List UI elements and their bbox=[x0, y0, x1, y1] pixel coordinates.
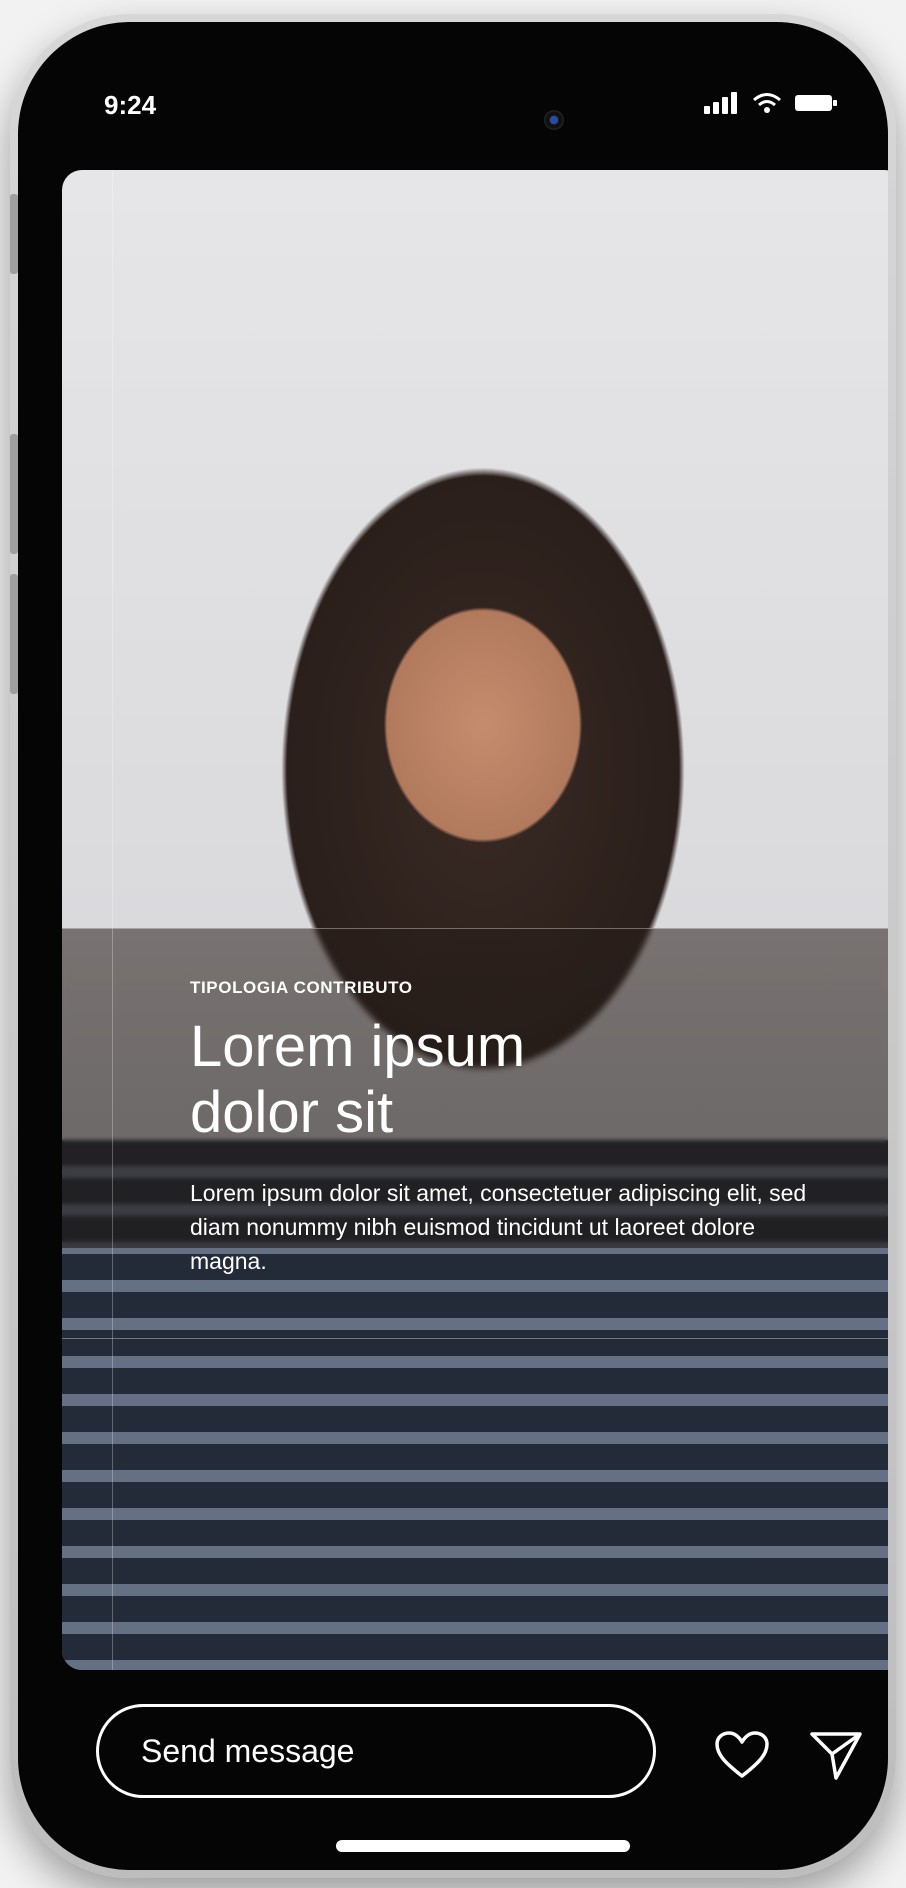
phone-screen-area: 9:24 TIPOLOGIA CONTRIBUTO Lorem ipsum do… bbox=[18, 22, 888, 1870]
send-message-placeholder: Send message bbox=[141, 1732, 355, 1769]
phone-frame: 9:24 TIPOLOGIA CONTRIBUTO Lorem ipsum do… bbox=[10, 14, 896, 1878]
send-icon[interactable] bbox=[808, 1728, 864, 1789]
story-title-line: Lorem ipsum bbox=[190, 1014, 526, 1079]
guide-line bbox=[112, 170, 113, 1670]
front-camera bbox=[544, 110, 564, 130]
send-message-input[interactable]: Send message bbox=[96, 1704, 656, 1798]
story-category: TIPOLOGIA CONTRIBUTO bbox=[190, 978, 413, 997]
status-icons bbox=[704, 90, 838, 120]
story-description: Lorem ipsum dolor sit amet, consectetuer… bbox=[190, 1180, 807, 1274]
volume-button bbox=[10, 574, 18, 694]
status-bar: 9:24 bbox=[18, 22, 888, 152]
volume-button bbox=[10, 434, 18, 554]
side-button bbox=[10, 194, 18, 274]
battery-icon bbox=[794, 92, 838, 119]
story-title-line: dolor sit bbox=[190, 1080, 394, 1145]
signal-icon bbox=[704, 91, 740, 119]
guide-line bbox=[62, 1338, 888, 1339]
wifi-icon bbox=[752, 92, 782, 119]
status-time: 9:24 bbox=[104, 90, 157, 120]
story-image[interactable]: TIPOLOGIA CONTRIBUTO Lorem ipsum dolor s… bbox=[62, 170, 888, 1670]
guide-line bbox=[62, 928, 888, 929]
story-text-card: TIPOLOGIA CONTRIBUTO Lorem ipsum dolor s… bbox=[190, 978, 830, 1278]
home-indicator[interactable] bbox=[336, 1840, 630, 1852]
heart-icon[interactable] bbox=[714, 1730, 770, 1785]
story-title: Lorem ipsum dolor sit bbox=[190, 1014, 830, 1146]
